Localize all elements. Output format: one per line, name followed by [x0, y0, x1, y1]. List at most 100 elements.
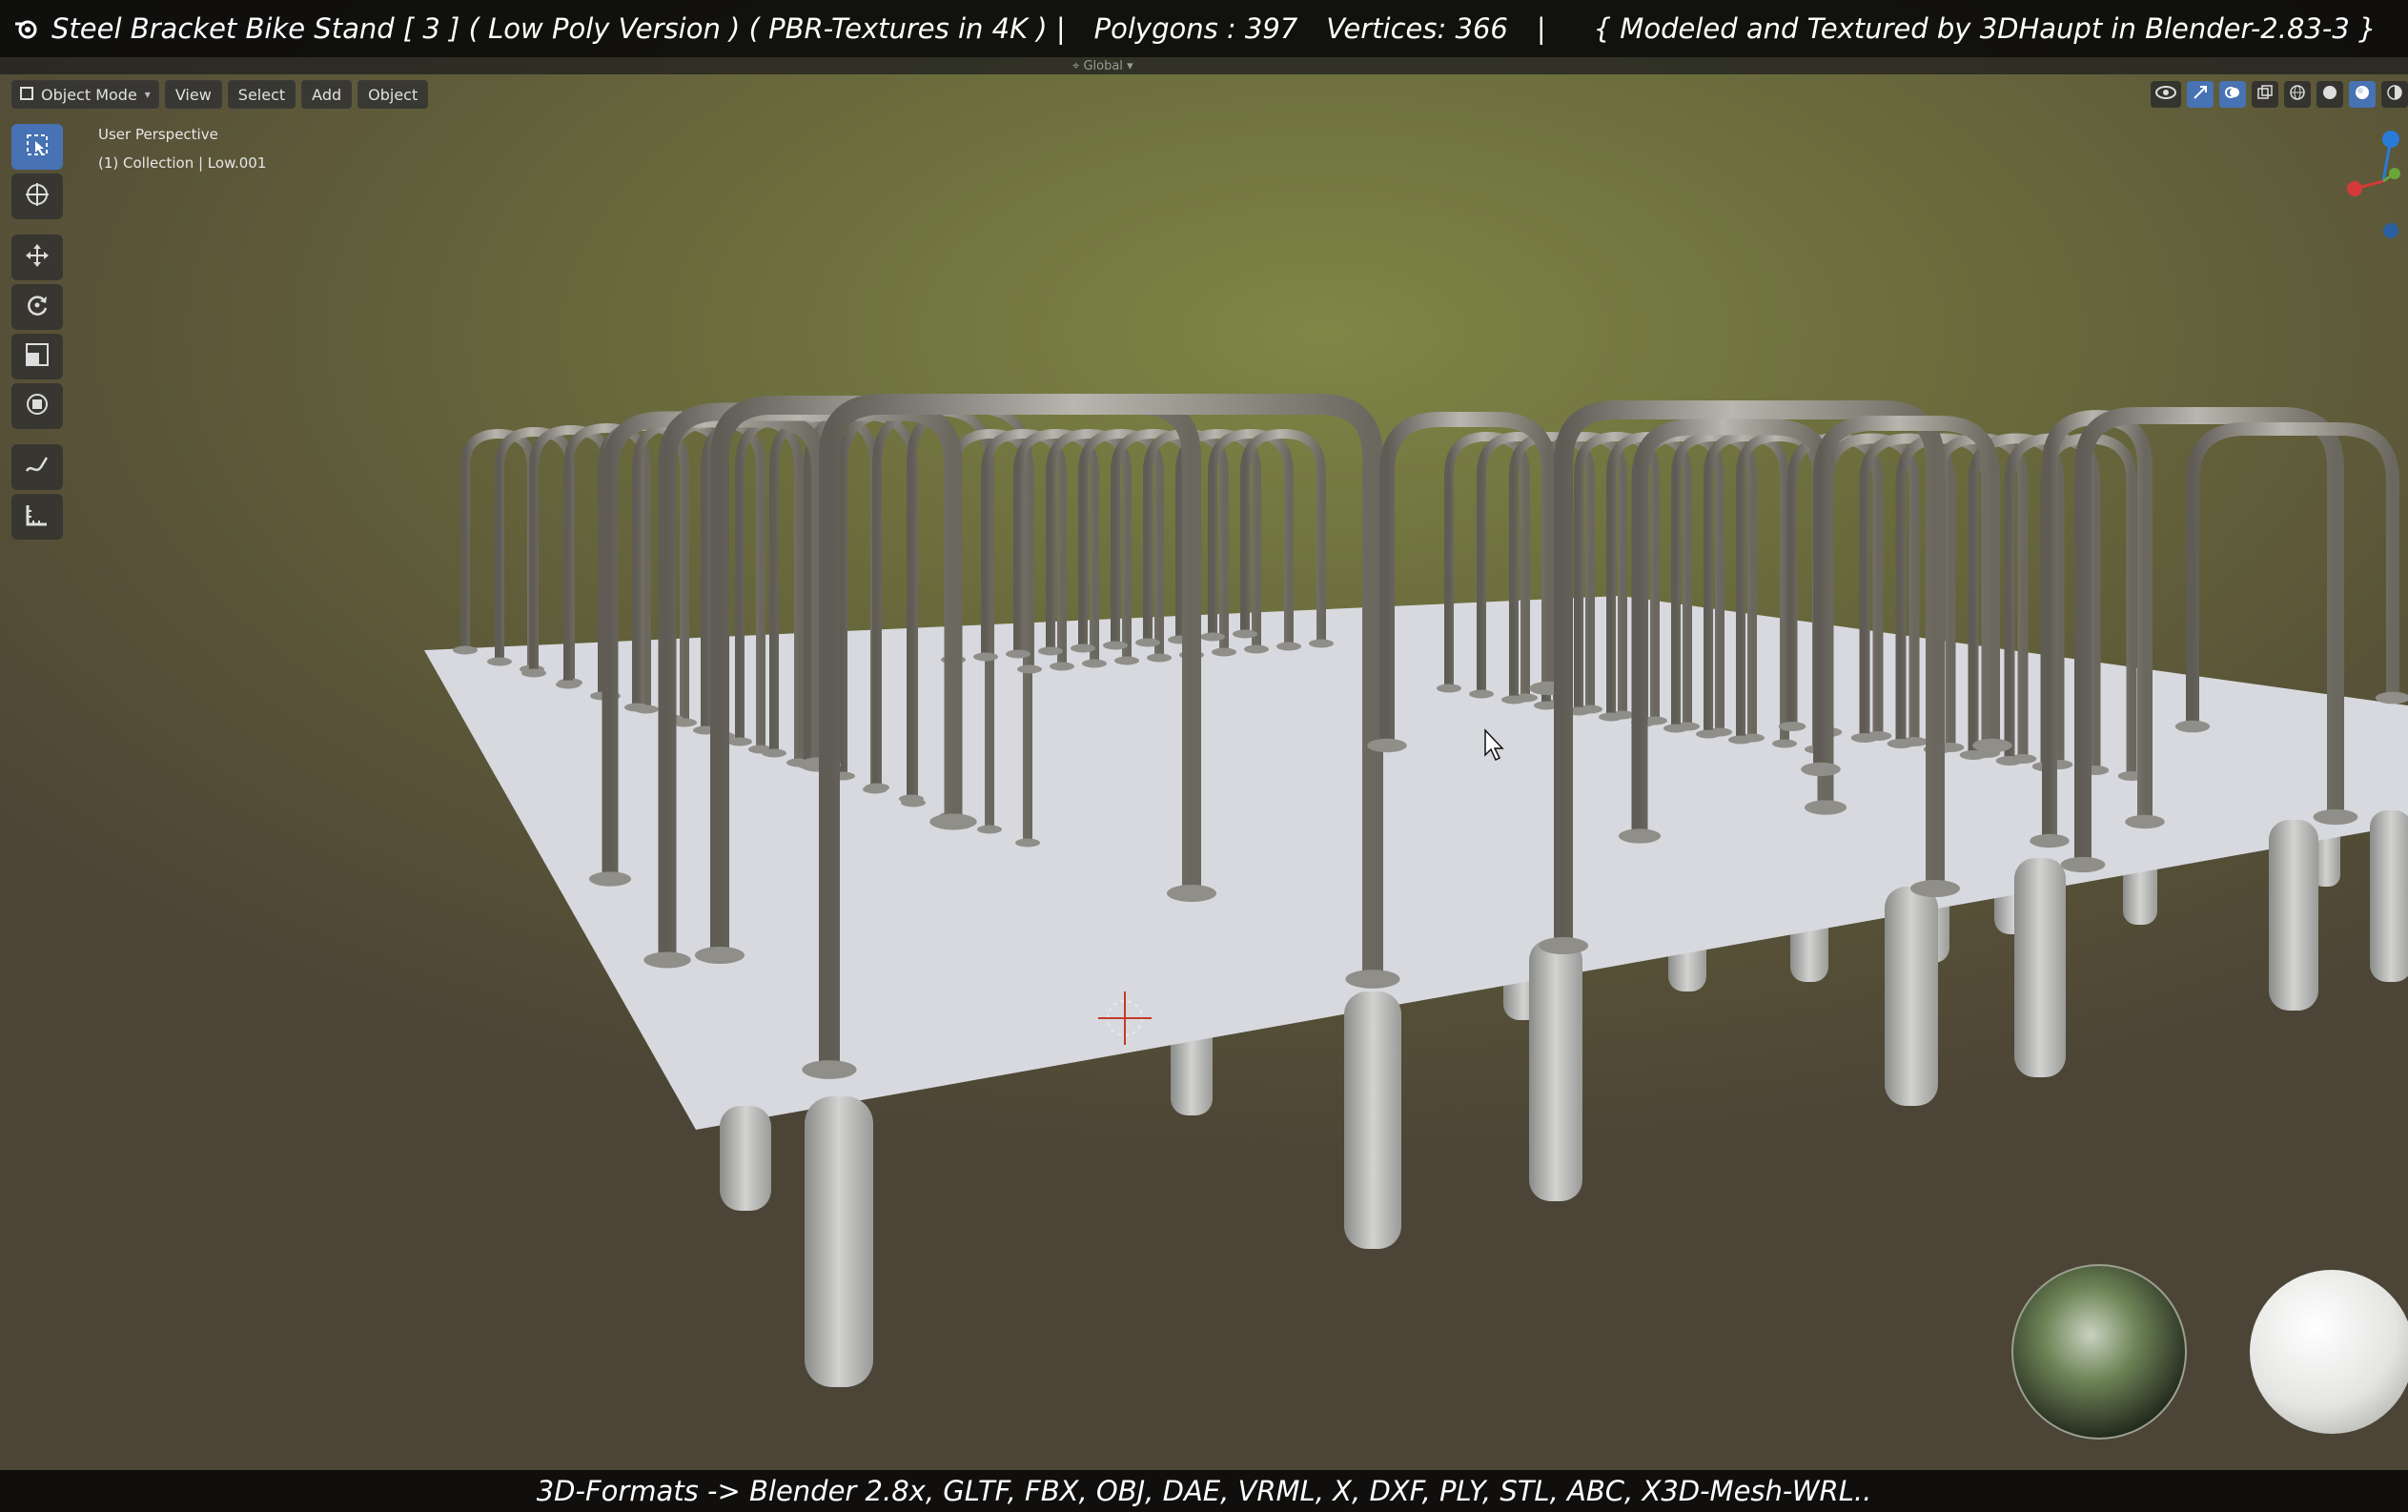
- arch-base-plate: [1200, 632, 1225, 642]
- arch-base-plate: [556, 680, 581, 689]
- arch-base-plate: [453, 645, 478, 655]
- arch-base-plate: [1539, 937, 1588, 954]
- concrete-post: [805, 1096, 873, 1387]
- arch-base-plate: [1959, 750, 1988, 760]
- rotate-tool[interactable]: [11, 284, 63, 330]
- arch-base-plate: [1910, 880, 1960, 897]
- object-mode-label: Object Mode: [41, 85, 137, 104]
- xray-toggle-button[interactable]: [2252, 81, 2278, 108]
- arch-base-plate: [1599, 712, 1623, 722]
- arch-base-plate: [1276, 642, 1301, 651]
- chevron-down-icon: ▾: [144, 88, 151, 101]
- credit-text: { Modeled and Textured by 3DHaupt in Ble…: [1593, 12, 2377, 45]
- arch-base-plate: [1167, 885, 1216, 902]
- arch-base-plate: [1244, 644, 1269, 654]
- measure-tool[interactable]: [11, 494, 63, 540]
- concrete-post: [2269, 820, 2318, 1011]
- measure-icon: [24, 501, 51, 532]
- arch-base-plate: [1618, 828, 1662, 844]
- visibility-button[interactable]: [2151, 81, 2181, 108]
- arch-base-plate: [1212, 647, 1236, 657]
- view-perspective-label: User Perspective: [98, 126, 218, 143]
- arch-base-plate: [1006, 649, 1031, 659]
- title-separator: |: [1536, 12, 1546, 45]
- arch-base-plate: [1050, 662, 1074, 671]
- transform-orientation-select[interactable]: ⌖ Global ▾: [1072, 59, 1133, 73]
- transform-icon: [24, 391, 51, 421]
- arch-base-plate: [487, 657, 512, 666]
- arch-base-plate: [1135, 638, 1160, 647]
- arch-base-plate: [1345, 970, 1400, 989]
- wireframe-shading-button[interactable]: [2284, 81, 2311, 108]
- overlays-toggle-button[interactable]: [2219, 81, 2246, 108]
- model-title: Steel Bracket Bike Stand [ 3 ] ( Low Pol…: [51, 12, 1066, 45]
- menu-object[interactable]: Object: [357, 80, 429, 109]
- bottom-overlay-bar: 3D-Formats -> Blender 2.8x, GLTF, FBX, O…: [0, 1470, 2408, 1512]
- move-icon: [24, 242, 51, 273]
- arch-base-plate: [899, 794, 924, 804]
- arch-base-plate: [1367, 738, 1407, 753]
- arch-base-plate: [1801, 762, 1841, 777]
- navigation-gizmo: [2347, 131, 2400, 238]
- arch-base-plate: [1437, 684, 1461, 693]
- object-mode-dropdown[interactable]: Object Mode ▾: [11, 80, 159, 109]
- arch-base-plate: [1233, 629, 1257, 639]
- concrete-post: [2014, 858, 2066, 1077]
- menu-view[interactable]: View: [164, 80, 222, 109]
- solid-sphere-icon: [2321, 84, 2338, 105]
- arch-base-plate: [929, 813, 977, 830]
- concrete-post: [1885, 887, 1938, 1106]
- arch-base-plate: [1469, 689, 1494, 699]
- arch-base-plate: [2313, 808, 2358, 826]
- arch-base-plate: [1015, 838, 1040, 848]
- wireframe-sphere-icon: [2289, 84, 2306, 105]
- menu-select[interactable]: Select: [227, 80, 296, 109]
- arch-base-plate: [1501, 695, 1526, 705]
- concrete-post: [2370, 810, 2408, 982]
- concrete-post: [1529, 939, 1582, 1201]
- scale-tool[interactable]: [11, 334, 63, 379]
- editor-header: [0, 57, 2408, 74]
- select-box-tool[interactable]: [11, 124, 63, 170]
- arch-base-plate: [643, 951, 691, 969]
- material-preview-button[interactable]: [2349, 81, 2376, 108]
- arch-base-plate: [1114, 656, 1139, 665]
- object-mode-icon: [20, 86, 33, 104]
- cursor-tool[interactable]: [11, 174, 63, 219]
- arch-base-plate: [2174, 720, 2211, 733]
- scene-render: [424, 131, 2408, 1440]
- material-sphere-icon: [2354, 84, 2371, 105]
- annotate-tool[interactable]: [11, 444, 63, 490]
- arch-base-plate: [1082, 659, 1107, 668]
- arch-base-plate: [865, 783, 889, 792]
- rendered-shading-button[interactable]: [2381, 81, 2408, 108]
- scale-icon: [24, 341, 51, 372]
- 3d-viewport[interactable]: [0, 0, 2408, 1512]
- arch-base-plate: [2060, 856, 2106, 873]
- arch-base-plate: [1972, 738, 2012, 753]
- rotate-icon: [24, 292, 51, 322]
- arch-base-plate: [1038, 646, 1063, 656]
- arch-base-plate: [1017, 664, 1042, 674]
- arch-base-plate: [1696, 729, 1721, 739]
- menu-add[interactable]: Add: [301, 80, 353, 109]
- solid-shading-button[interactable]: [2316, 81, 2343, 108]
- arch-base-plate: [1147, 653, 1172, 663]
- gizmo-toggle-button[interactable]: [2187, 81, 2214, 108]
- concrete-post: [1344, 991, 1401, 1249]
- arch-base-plate: [1071, 644, 1095, 653]
- export-formats-text: 3D-Formats -> Blender 2.8x, GLTF, FBX, O…: [536, 1475, 1872, 1507]
- arch-base-plate: [973, 652, 998, 662]
- move-tool[interactable]: [11, 235, 63, 280]
- arch-base-plate: [802, 1060, 857, 1079]
- transform-tool[interactable]: [11, 383, 63, 429]
- overlays-icon: [2224, 84, 2241, 105]
- arch-base-plate: [1995, 756, 2024, 766]
- active-collection-label: (1) Collection | Low.001: [98, 154, 267, 172]
- arch-base-plate: [727, 737, 752, 746]
- arch-base-plate: [1778, 722, 1806, 731]
- arch-base-plate: [762, 748, 786, 758]
- hdri-preview-sphere: [2011, 1264, 2187, 1440]
- gizmo-icon: [2192, 84, 2209, 105]
- arch-base-plate: [2125, 814, 2165, 829]
